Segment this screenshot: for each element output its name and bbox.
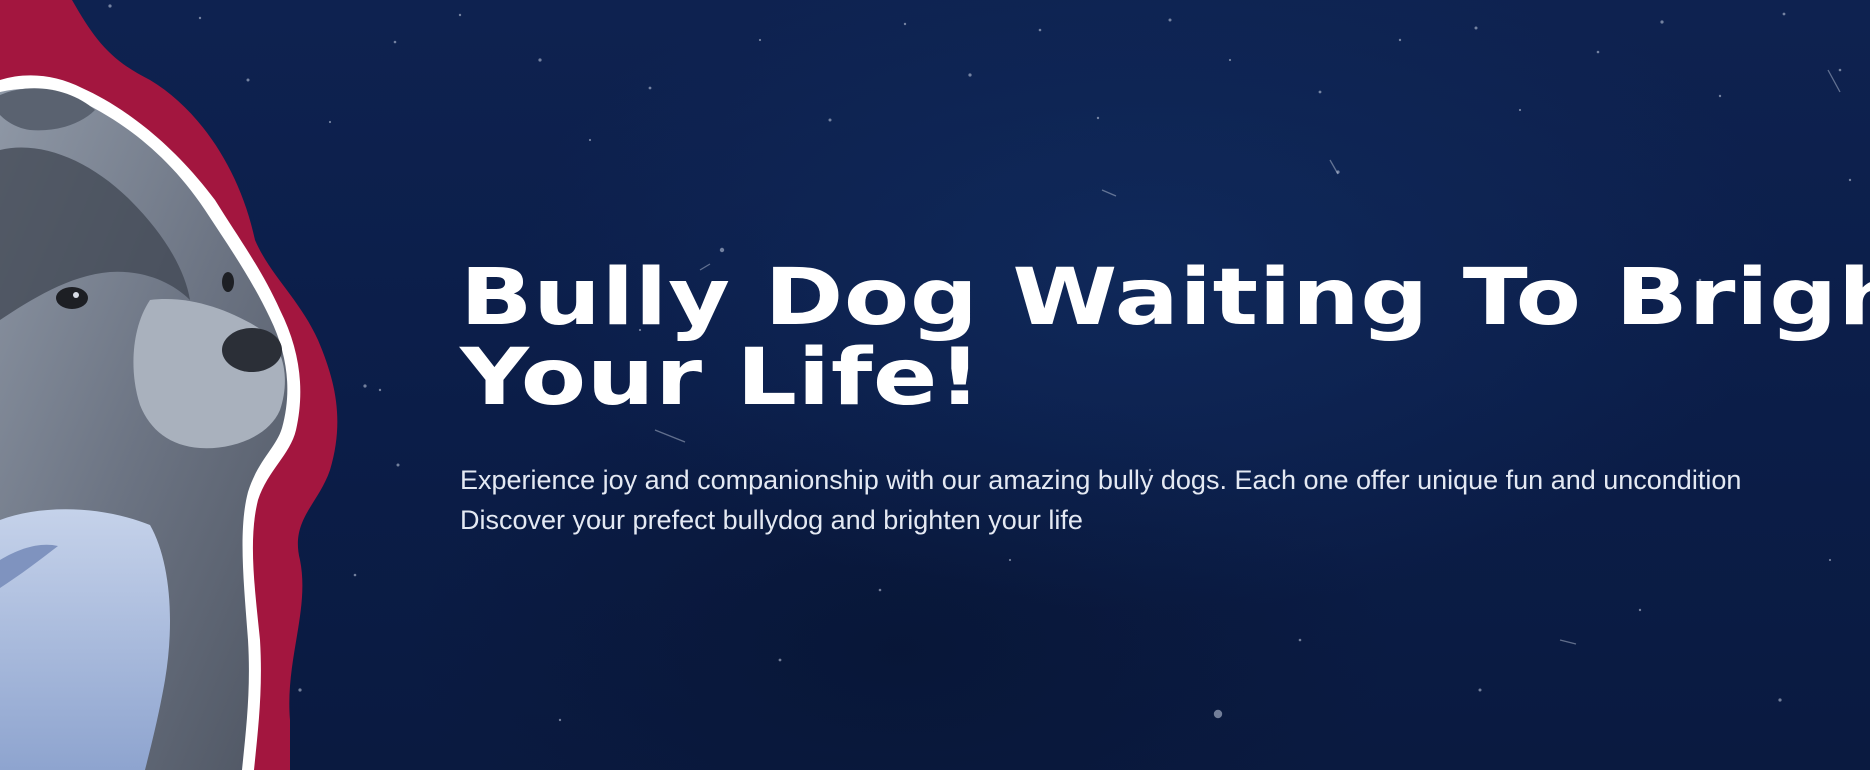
hero-title-line-2: Your Life! xyxy=(460,333,983,423)
dog-image xyxy=(0,0,338,770)
hero-title-line-1: Bully Dog Waiting To Brighten xyxy=(460,253,1870,343)
hero-description-line-2: Discover your prefect bullydog and brigh… xyxy=(460,505,1083,535)
hero-content: Bully Dog Waiting To Brighten Your Life!… xyxy=(460,258,1870,540)
hero-description-line-1: Experience joy and companionship with ou… xyxy=(460,465,1742,495)
hero-title: Bully Dog Waiting To Brighten Your Life! xyxy=(460,258,1870,418)
hero-section: Bully Dog Waiting To Brighten Your Life!… xyxy=(0,0,1870,770)
hero-description: Experience joy and companionship with ou… xyxy=(460,460,1870,540)
